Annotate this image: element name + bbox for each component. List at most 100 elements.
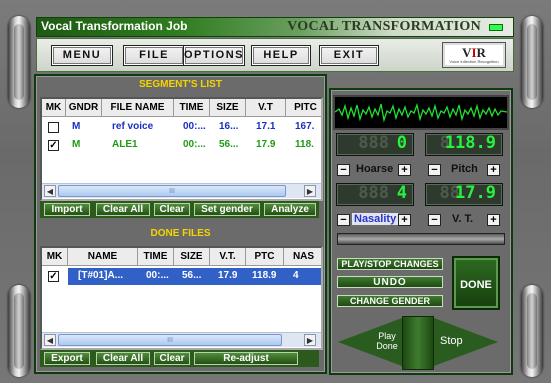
pitch-minus-button[interactable]: −	[428, 164, 441, 176]
column-header[interactable]: MK	[42, 248, 68, 266]
set-gender-button[interactable]: Set gender	[194, 203, 260, 216]
nasality-label: Nasality	[352, 213, 399, 225]
lcd-ghost: 888	[358, 183, 389, 203]
re-adjust-button[interactable]: Re-adjust	[194, 352, 298, 365]
status-led	[489, 24, 503, 31]
stop-label: Stop	[440, 335, 463, 347]
nasality-value: 4	[396, 183, 407, 203]
column-header[interactable]: TIME	[138, 248, 174, 266]
title-bar: Vocal Transformation Job VOCAL TRANSFORM…	[36, 17, 514, 37]
clear-button[interactable]: Clear	[154, 352, 190, 365]
exit-button[interactable]: EXIT	[319, 45, 379, 66]
change-gender-button[interactable]: CHANGE GENDER	[337, 295, 443, 307]
gender-cell: M	[72, 121, 81, 132]
vt-plus-button[interactable]: +	[487, 214, 500, 226]
help-button[interactable]: HELP	[251, 45, 311, 66]
vt-label: V. T.	[452, 213, 473, 225]
name-cell: [T#01]A...	[78, 270, 124, 281]
column-header[interactable]: V.T.	[210, 248, 246, 266]
size-cell: 56...	[219, 139, 239, 150]
window-title: Vocal Transformation Job	[41, 19, 188, 33]
scroll-right-button[interactable]: ▶	[304, 334, 316, 346]
segments-title: SEGMENT'S LIST	[139, 79, 222, 90]
menu-bar: MENU FILE OPTIONS HELP EXIT VIR Voice In…	[36, 38, 514, 72]
brand-title: VOCAL TRANSFORMATION	[287, 19, 481, 34]
lcd-ghost: 888	[358, 133, 389, 153]
pitch-value: 118.9	[444, 133, 496, 153]
scroll-thumb[interactable]: III	[58, 334, 282, 346]
row-checkbox[interactable]: ✓	[48, 140, 59, 151]
scroll-left-button[interactable]: ◀	[44, 185, 56, 197]
time-cell: 00:...	[146, 270, 169, 281]
scroll-right-button[interactable]: ▶	[304, 185, 316, 197]
horizontal-scrollbar[interactable]: ◀ III ▶	[42, 332, 321, 347]
export-button[interactable]: Export	[44, 352, 90, 365]
column-header[interactable]: PITC	[286, 99, 321, 117]
size-cell: 16...	[219, 121, 239, 132]
horizontal-scrollbar[interactable]: ◀ III ▶	[42, 183, 321, 198]
nasality-minus-button[interactable]: −	[337, 214, 350, 226]
pitch-cell: 118.	[295, 139, 314, 150]
row-checkbox[interactable]	[48, 122, 59, 133]
center-divider	[402, 316, 434, 370]
right-top-handle	[521, 16, 543, 108]
column-header[interactable]: GNDR	[66, 99, 102, 117]
left-bottom-handle	[8, 285, 30, 377]
column-header[interactable]: NAME	[68, 248, 138, 266]
play-done-label: Play Done	[376, 331, 398, 351]
menu-button[interactable]: MENU	[51, 45, 113, 66]
row-checkbox[interactable]: ✓	[48, 271, 59, 282]
waveform-display	[333, 95, 509, 130]
nasality-display: 888 4	[336, 183, 414, 206]
clear-all-button[interactable]: Clear All	[96, 352, 150, 365]
vt-value: 17.9	[455, 183, 496, 203]
scroll-left-button[interactable]: ◀	[44, 334, 56, 346]
nas-cell: 4	[293, 270, 299, 281]
pitch-plus-button[interactable]: +	[487, 164, 500, 176]
column-header[interactable]: V.T	[246, 99, 286, 117]
column-header[interactable]: SIZE	[174, 248, 210, 266]
column-header[interactable]: FILE NAME	[102, 99, 174, 117]
analyze-button[interactable]: Analyze	[264, 203, 316, 216]
column-header[interactable]: MK	[42, 99, 66, 117]
hoarse-display: 888 0	[336, 133, 414, 156]
undo-button[interactable]: UNDO	[337, 276, 443, 288]
pitch-label: Pitch	[451, 163, 478, 175]
vt-cell: 17.9	[218, 270, 238, 281]
done-button[interactable]: DONE	[452, 256, 500, 310]
hoarse-minus-button[interactable]: −	[337, 164, 350, 176]
vt-cell: 17.1	[256, 121, 276, 132]
hoarse-plus-button[interactable]: +	[398, 164, 411, 176]
options-button[interactable]: OPTIONS	[183, 45, 245, 66]
done-files-title: DONE FILES	[150, 228, 211, 239]
left-top-handle	[8, 16, 30, 108]
pitch-display: 8 118.9	[425, 133, 503, 156]
scroll-thumb[interactable]: III	[58, 185, 286, 197]
column-header[interactable]: SIZE	[210, 99, 246, 117]
clear-button[interactable]: Clear	[154, 203, 190, 216]
column-header[interactable]: TIME	[174, 99, 210, 117]
column-header[interactable]: PTC	[246, 248, 284, 266]
clear-all-button[interactable]: Clear All	[96, 203, 150, 216]
table-row[interactable]: ✓ M ALE1 00:... 56... 17.9 118.	[42, 137, 321, 154]
vt-display: 88 17.9	[425, 183, 503, 206]
nasality-plus-button[interactable]: +	[398, 214, 411, 226]
progress-slider[interactable]	[337, 233, 505, 245]
waveform-graph	[334, 102, 508, 123]
gender-cell: M	[72, 139, 81, 150]
file-cell: ref voice	[112, 121, 154, 132]
segments-table: MK GNDR FILE NAME TIME SIZE V.T PITC M r…	[40, 97, 323, 201]
size-cell: 56...	[182, 270, 202, 281]
column-header[interactable]: NAS	[284, 248, 321, 266]
play-stop-changes-button[interactable]: PLAY/STOP CHANGES	[337, 258, 443, 270]
file-button[interactable]: FILE	[123, 45, 185, 66]
vt-minus-button[interactable]: −	[428, 214, 441, 226]
import-button[interactable]: Import	[44, 203, 90, 216]
table-row[interactable]: ✓ [T#01]A... 00:... 56... 17.9 118.9 4	[42, 268, 321, 285]
done-button-row: Export Clear All Clear Re-adjust	[40, 350, 319, 367]
app-window: Vocal Transformation Job VOCAL TRANSFORM…	[0, 0, 551, 383]
table-row[interactable]: M ref voice 00:... 16... 17.1 167.	[42, 119, 321, 136]
right-bottom-handle	[521, 285, 543, 377]
logo-subtext: Voice Inflection Recognition	[449, 59, 499, 64]
time-cell: 00:...	[183, 121, 206, 132]
